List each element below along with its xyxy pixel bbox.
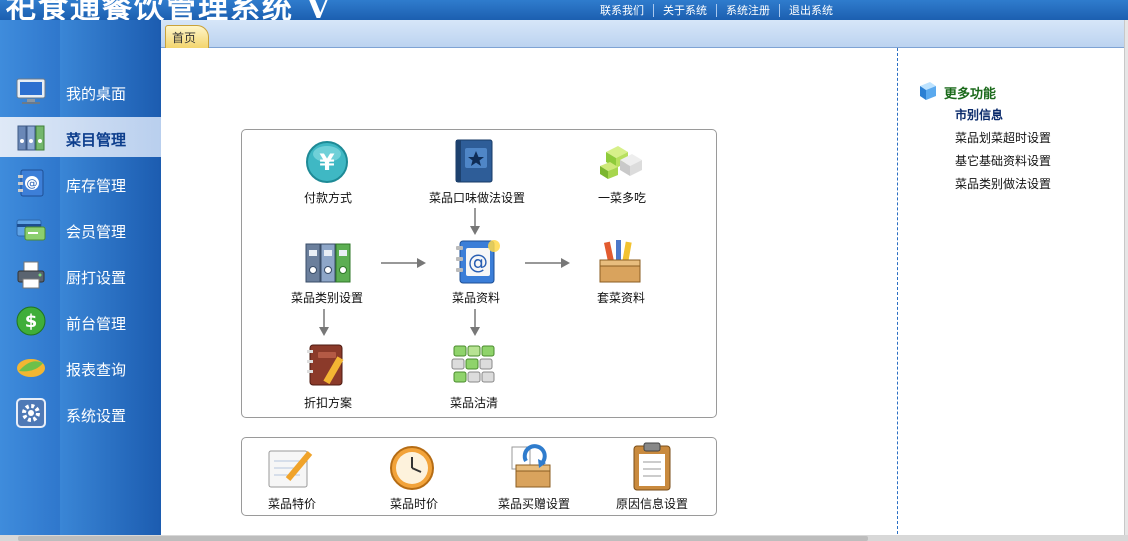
sidebar-item-label: 菜目管理 (66, 131, 127, 149)
dish-category-button[interactable]: 菜品类别设置 (288, 238, 368, 306)
arrow-right-icon (381, 258, 426, 268)
content-divider (897, 48, 898, 534)
printer-icon (17, 261, 45, 289)
arrow-down-icon (470, 309, 480, 336)
market-price-button[interactable]: 菜品时价 (384, 441, 448, 513)
reason-info-button[interactable]: 原因信息设置 (612, 441, 696, 513)
special-price-label: 菜品特价 (268, 497, 317, 511)
gear-icon (16, 398, 46, 428)
sidebar-item-menu-management[interactable]: 菜目管理 (0, 117, 161, 157)
svg-text:$: $ (25, 311, 38, 332)
sidebar-item-inventory[interactable]: @ 库存管理 (0, 163, 161, 203)
more-functions-header: 更多功能 (917, 80, 1027, 102)
sidebar-item-system-settings[interactable]: 系统设置 (0, 393, 161, 433)
member-card-icon (16, 219, 46, 241)
cube-icon (920, 82, 936, 100)
monitor-icon (16, 78, 46, 104)
one-dish-many-label: 一菜多吃 (598, 191, 647, 205)
discount-plan-button[interactable]: 折扣方案 (296, 340, 360, 410)
tab-bar: 首页 (161, 20, 1124, 48)
svg-text:@: @ (27, 177, 38, 190)
address-book-icon: @ (18, 169, 44, 197)
gift-box-icon (511, 444, 551, 488)
sidebar-item-label: 报表查询 (66, 361, 127, 379)
set-meal-button[interactable]: 套菜资料 (592, 236, 652, 306)
dish-info-button[interactable]: @ 菜品资料 (446, 236, 506, 306)
window-right-edge (1124, 20, 1128, 541)
sold-out-label: 菜品沽清 (450, 396, 499, 410)
sidebar-item-label: 我的桌面 (66, 85, 127, 103)
taste-method-button[interactable]: 菜品口味做法设置 (428, 138, 528, 206)
market-session-link[interactable]: 市别信息 (955, 106, 1003, 123)
payment-method-button[interactable]: ¥ 付款方式 (290, 138, 364, 206)
clipboard-icon (633, 442, 671, 491)
sidebar-item-front-desk[interactable]: $ 前台管理 (0, 301, 161, 341)
sidebar-item-label: 库存管理 (66, 177, 127, 195)
category-method-link[interactable]: 菜品类别做法设置 (955, 175, 1051, 192)
leaf-icon (17, 359, 45, 377)
buy-gift-button[interactable]: 菜品买赠设置 (494, 441, 578, 513)
cubes-icon (600, 146, 642, 179)
sidebar-item-desktop[interactable]: 我的桌面 (0, 71, 161, 111)
dish-info-label: 菜品资料 (452, 291, 501, 305)
link-divider (716, 3, 717, 17)
svg-text:¥: ¥ (319, 151, 335, 176)
taste-method-label: 菜品口味做法设置 (429, 191, 526, 205)
scrollbar-thumb[interactable] (18, 536, 868, 541)
top-links: 联系我们 关于系统 系统注册 退出系统 (600, 2, 833, 18)
notepad-pencil-icon (268, 450, 313, 488)
blocks-icon (451, 345, 495, 383)
discount-plan-label: 折扣方案 (304, 396, 353, 410)
binders-icon (17, 125, 45, 151)
more-functions-title: 更多功能 (944, 87, 997, 102)
arrow-right-icon (525, 258, 570, 268)
sidebar-item-label: 前台管理 (66, 315, 127, 333)
sidebar-item-members[interactable]: 会员管理 (0, 209, 161, 249)
exit-system-link[interactable]: 退出系统 (789, 2, 833, 18)
payment-method-label: 付款方式 (304, 191, 353, 205)
about-system-link[interactable]: 关于系统 (663, 2, 707, 18)
sidebar-item-kitchen-print[interactable]: 厨打设置 (0, 255, 161, 295)
contact-us-link[interactable]: 联系我们 (600, 2, 644, 18)
top-banner: 祀食通餐饮管理系统 V 联系我们 关于系统 系统注册 退出系统 (0, 0, 1128, 20)
dollar-icon: $ (16, 306, 46, 336)
tab-label: 首页 (172, 31, 197, 45)
sidebar: 我的桌面 菜目管理 @ 库存管理 会员管理 厨打设置 $ 前台管理 报表查询 系… (0, 20, 161, 541)
sidebar-item-label: 厨打设置 (66, 269, 127, 287)
sidebar-item-label: 系统设置 (66, 407, 127, 425)
notebook-pencil-icon (307, 344, 344, 386)
toolbox-icon (599, 240, 641, 283)
dish-timeout-link[interactable]: 菜品划菜超时设置 (955, 129, 1051, 146)
arrow-down-icon (470, 208, 480, 235)
link-divider (653, 3, 654, 17)
sidebar-item-reports[interactable]: 报表查询 (0, 347, 161, 387)
address-book-icon: @ (456, 240, 500, 284)
book-star-icon (455, 139, 493, 183)
tab-home[interactable]: 首页 (165, 25, 209, 48)
binders-icon (305, 243, 351, 283)
sidebar-item-label: 会员管理 (66, 223, 127, 241)
sold-out-button[interactable]: 菜品沽清 (442, 340, 506, 410)
market-price-label: 菜品时价 (390, 497, 439, 511)
buy-gift-label: 菜品买赠设置 (498, 497, 571, 511)
link-divider (779, 3, 780, 17)
arrow-down-icon (319, 309, 329, 336)
one-dish-many-button[interactable]: 一菜多吃 (590, 138, 654, 206)
svg-text:@: @ (468, 250, 488, 274)
clock-icon (390, 446, 434, 490)
register-system-link[interactable]: 系统注册 (726, 2, 770, 18)
yen-icon: ¥ (306, 141, 348, 183)
other-basic-data-link[interactable]: 基它基础资料设置 (955, 152, 1051, 169)
dish-category-label: 菜品类别设置 (291, 291, 364, 305)
reason-info-label: 原因信息设置 (616, 497, 689, 511)
set-meal-label: 套菜资料 (597, 291, 646, 305)
app-title: 祀食通餐饮管理系统 V (6, 0, 332, 20)
special-price-button[interactable]: 菜品特价 (262, 441, 326, 513)
